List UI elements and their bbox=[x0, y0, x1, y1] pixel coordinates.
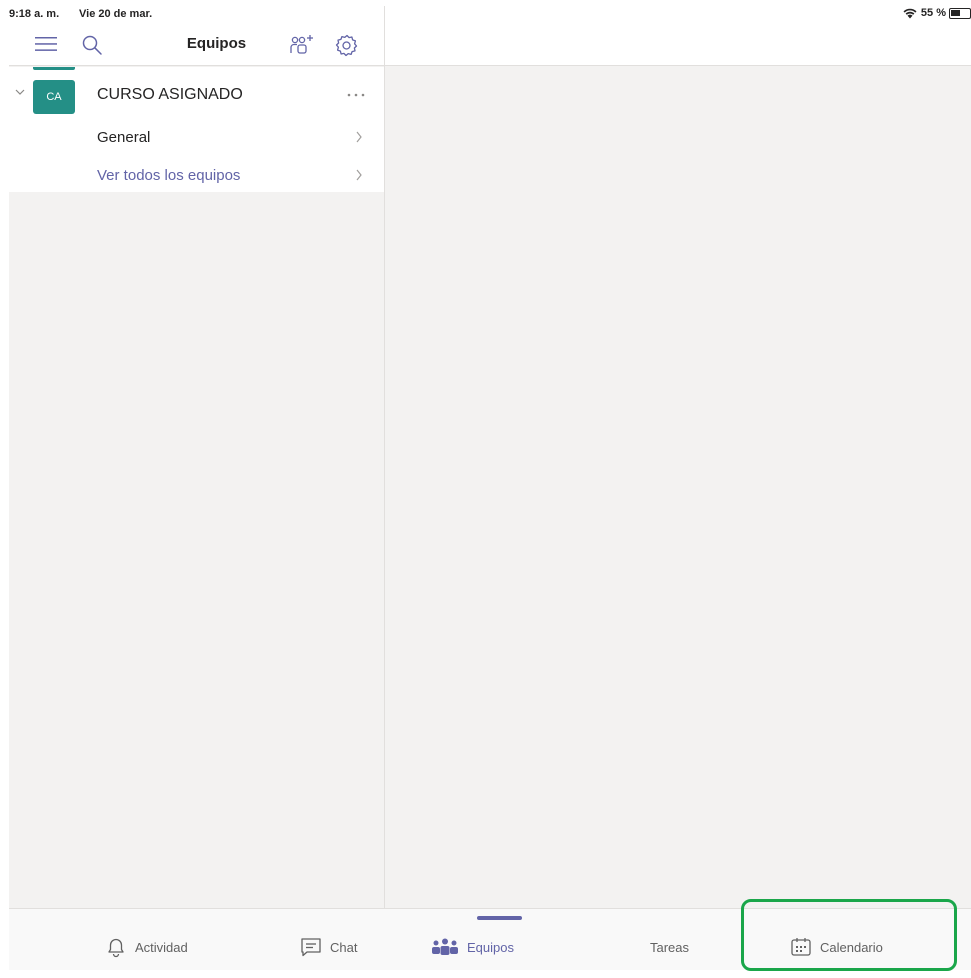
app-screen: 9:18 a. m. Vie 20 de mar. 55 % Equipos C… bbox=[9, 6, 971, 970]
more-options-icon[interactable] bbox=[347, 93, 365, 97]
bell-icon bbox=[108, 938, 124, 958]
chevron-right-icon bbox=[356, 169, 362, 181]
tab-calendario[interactable]: Calendario bbox=[790, 933, 883, 961]
chevron-right-icon bbox=[356, 131, 362, 143]
teams-header: Equipos bbox=[9, 22, 384, 66]
team-name: CURSO ASIGNADO bbox=[97, 86, 243, 103]
tab-label: Equipos bbox=[467, 939, 514, 955]
tab-label: Chat bbox=[330, 939, 358, 955]
bottom-tab-bar: Actividad Chat Equipos Tareas Calendario bbox=[9, 908, 971, 970]
chat-icon bbox=[301, 938, 321, 957]
tab-actividad[interactable]: Actividad bbox=[105, 933, 188, 961]
status-date: Vie 20 de mar. bbox=[79, 8, 153, 20]
teams-icon bbox=[432, 938, 458, 955]
wifi-icon bbox=[903, 8, 917, 19]
status-bar: 9:18 a. m. Vie 20 de mar. 55 % bbox=[9, 6, 971, 22]
chevron-down-icon[interactable] bbox=[15, 88, 25, 96]
pane-divider bbox=[384, 6, 385, 908]
gear-icon[interactable] bbox=[335, 33, 359, 57]
tab-label: Calendario bbox=[820, 939, 883, 955]
see-all-teams-label: Ver todos los equipos bbox=[97, 167, 241, 184]
battery-icon bbox=[949, 7, 971, 19]
team-list: CA CURSO ASIGNADO General Ver todos los … bbox=[9, 67, 384, 192]
tab-tareas[interactable]: Tareas bbox=[650, 933, 689, 961]
tab-label: Actividad bbox=[135, 939, 188, 955]
channel-item-general[interactable]: General bbox=[9, 118, 384, 156]
selected-tab-indicator bbox=[477, 916, 522, 920]
tab-chat[interactable]: Chat bbox=[300, 933, 357, 961]
see-all-teams-link[interactable]: Ver todos los equipos bbox=[9, 156, 384, 194]
team-avatar: CA bbox=[33, 80, 75, 114]
status-time: 9:18 a. m. bbox=[9, 8, 60, 20]
team-row-curso-asignado[interactable]: CA CURSO ASIGNADO bbox=[9, 67, 384, 117]
tab-label: Tareas bbox=[650, 939, 690, 955]
page-title: Equipos bbox=[186, 35, 247, 52]
channel-label: General bbox=[97, 129, 151, 146]
status-right: 55 % bbox=[902, 7, 971, 19]
add-team-icon[interactable] bbox=[288, 33, 316, 55]
tab-equipos[interactable]: Equipos bbox=[431, 933, 514, 961]
calendar-icon bbox=[791, 938, 811, 956]
content-header bbox=[385, 22, 971, 66]
battery-percent: 55 % bbox=[920, 7, 946, 19]
